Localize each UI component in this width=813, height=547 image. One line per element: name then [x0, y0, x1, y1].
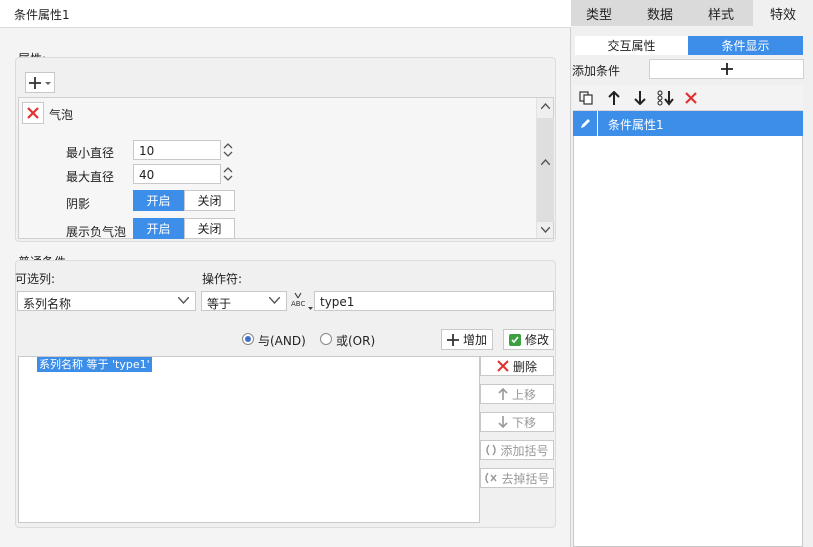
remove-bubble-button[interactable]	[22, 102, 44, 124]
max-diameter-stepper[interactable]	[221, 164, 235, 184]
panel-title: 条件属性1	[0, 0, 571, 28]
shadow-on-button[interactable]: 开启	[133, 190, 184, 211]
arrow-down-icon	[498, 416, 508, 428]
or-label: 或(OR)	[336, 334, 376, 348]
chevron-up-icon[interactable]	[541, 103, 550, 109]
show-negative-label: 展示负气泡	[66, 225, 127, 239]
modify-icon	[508, 333, 521, 346]
tab-conditional-display[interactable]: 条件显示	[688, 36, 803, 55]
delete-button[interactable]: 删除	[480, 356, 554, 376]
tab-style[interactable]: 样式	[693, 0, 749, 26]
tab-effects[interactable]: 特效	[753, 0, 813, 26]
add-label: 增加	[462, 333, 487, 347]
move-up-button[interactable]: 上移	[480, 384, 554, 404]
or-radio[interactable]	[320, 333, 332, 345]
move-down-label: 下移	[511, 415, 536, 430]
value-type-button[interactable]: ABC	[291, 290, 313, 312]
max-diameter-label: 最大直径	[66, 170, 115, 184]
stepper-icon	[223, 143, 233, 157]
and-label: 与(AND)	[258, 334, 306, 348]
plus-icon	[446, 333, 459, 346]
arrow-up-icon	[498, 388, 508, 400]
max-diameter-input[interactable]: 40	[133, 164, 221, 184]
shadow-off-button[interactable]: 关闭	[184, 190, 235, 211]
bubble-label: 气泡	[49, 108, 74, 122]
selectable-column-select[interactable]: 系列名称	[17, 291, 196, 311]
condition-list-item[interactable]: 系列名称 等于 'type1'	[37, 357, 152, 372]
close-icon[interactable]	[685, 92, 697, 104]
and-radio[interactable]	[242, 333, 254, 345]
plus-dropdown-icon	[29, 76, 51, 89]
close-icon	[497, 360, 509, 372]
scrollbar-thumb[interactable]	[537, 118, 554, 222]
edit-pencil-icon	[581, 119, 590, 128]
add-attribute-button[interactable]	[25, 72, 55, 93]
close-icon	[27, 107, 39, 119]
add-bracket-button[interactable]: 添加括号	[480, 440, 554, 460]
add-condition-button[interactable]: 增加	[441, 329, 493, 350]
min-diameter-label: 最小直径	[66, 146, 115, 160]
bracket-icon	[486, 444, 497, 456]
modify-label: 修改	[524, 333, 549, 347]
arrow-down-icon[interactable]	[634, 91, 646, 105]
stepper-icon	[223, 167, 233, 181]
delete-label: 删除	[512, 359, 537, 374]
copy-icon[interactable]	[579, 91, 593, 105]
move-down-button[interactable]: 下移	[480, 412, 554, 432]
remove-bracket-icon	[485, 472, 498, 484]
attribute-scrollbar[interactable]	[536, 98, 554, 238]
shadow-label: 阴影	[66, 197, 91, 211]
move-to-bottom-icon[interactable]	[657, 90, 675, 106]
condition-attribute-list	[573, 85, 803, 547]
condition-attribute-panel: 条件属性1 属性: 气泡 最小直径 10 最大直径 40 阴影 开启 关闭 展示…	[0, 0, 571, 547]
selectable-column-label: 可选列:	[15, 272, 56, 286]
min-diameter-stepper[interactable]	[221, 140, 235, 160]
min-diameter-input[interactable]: 10	[133, 140, 221, 160]
arrow-up-icon[interactable]	[608, 91, 620, 105]
tab-data[interactable]: 数据	[632, 0, 688, 26]
chevron-down-icon	[178, 297, 189, 304]
condition-list	[18, 356, 480, 523]
properties-panel: 类型 数据 样式 特效 交互属性 条件显示 添加条件 条件属性1	[571, 0, 813, 547]
remove-bracket-label: 去掉括号	[501, 471, 550, 486]
list-item-label: 条件属性1	[608, 118, 664, 132]
chevron-up-icon	[541, 159, 550, 165]
add-condition-label: 添加条件	[572, 64, 621, 78]
add-bracket-label: 添加括号	[500, 443, 549, 458]
operator-label: 操作符:	[202, 272, 243, 286]
type-icon	[294, 292, 313, 310]
edit-cell[interactable]	[573, 111, 598, 136]
chevron-down-icon[interactable]	[541, 227, 550, 233]
plus-icon	[720, 63, 733, 75]
show-negative-on-button[interactable]: 开启	[133, 218, 184, 239]
remove-bracket-button[interactable]: 去掉括号	[480, 468, 554, 488]
tab-type[interactable]: 类型	[571, 0, 627, 26]
tab-interaction-attributes[interactable]: 交互属性	[575, 36, 688, 55]
move-up-label: 上移	[511, 387, 536, 402]
chevron-down-icon	[269, 297, 280, 304]
add-condition-attribute-button[interactable]	[649, 59, 804, 79]
value-input[interactable]: type1	[314, 291, 554, 311]
show-negative-off-button[interactable]: 关闭	[184, 218, 235, 239]
modify-condition-button[interactable]: 修改	[503, 329, 554, 350]
